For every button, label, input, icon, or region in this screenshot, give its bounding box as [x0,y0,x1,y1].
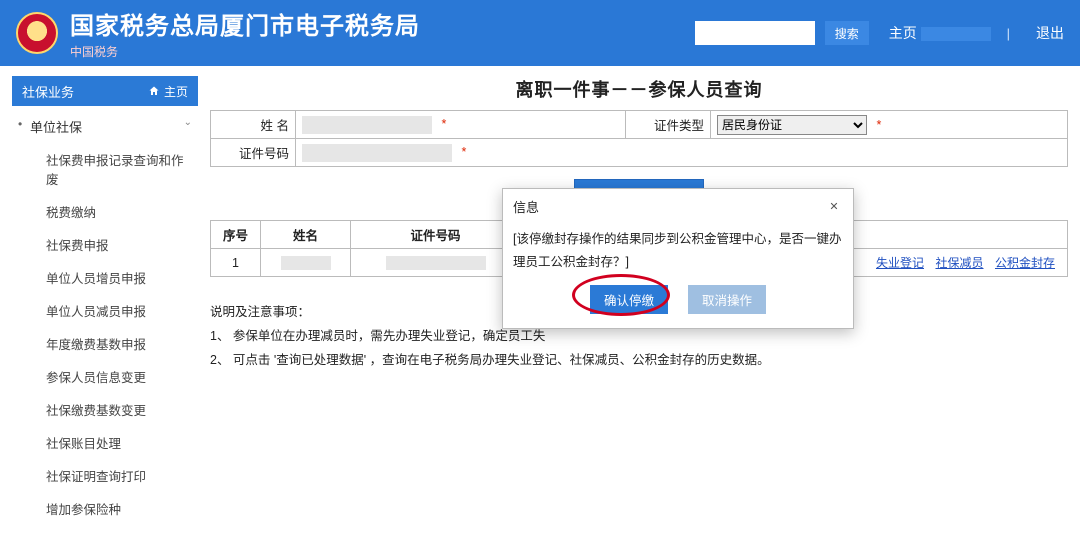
modal-title: 信息 [513,197,539,216]
sidebar-item[interactable]: 年度缴费基数申报 [12,327,198,360]
id-number-input[interactable] [302,144,452,162]
sidebar-item[interactable]: 税费缴纳 [12,195,198,228]
sidebar: 社保业务 主页 单位社保 ⌄ 社保费申报记录查询和作废 税费缴纳 社保费申报 单… [12,76,198,529]
sidebar-category-unit-social[interactable]: 单位社保 ⌄ [12,110,198,143]
label-name: 姓 名 [211,111,296,139]
cell-id-number: * [296,139,1068,167]
td-id-number [351,249,521,277]
user-name-mask [921,27,991,41]
required-mark: * [441,117,446,131]
name-input[interactable] [302,116,432,134]
national-emblem-icon [16,12,58,54]
cell-name: * [296,111,626,139]
sidebar-item[interactable]: 社保费申报 [12,228,198,261]
home-icon [148,85,160,97]
th-seq: 序号 [211,221,261,249]
search-input[interactable] [695,21,815,45]
sidebar-item[interactable]: 社保缴费基数变更 [12,393,198,426]
chevron-down-icon: ⌄ [184,117,192,128]
page-body: 社保业务 主页 单位社保 ⌄ 社保费申报记录查询和作废 税费缴纳 社保费申报 单… [0,66,1080,559]
op-fund-seal-link[interactable]: 公积金封存 [995,256,1055,270]
cell-id-type: 居民身份证 * [711,111,1068,139]
label-id-number: 证件号码 [211,139,296,167]
home-link[interactable]: 主页 [889,23,991,43]
modal-body: [该停缴封存操作的结果同步到公积金管理中心，是否一键办理员工公积金封存？] [513,220,843,285]
masked-value [386,256,486,270]
close-icon[interactable]: ✕ [825,198,843,216]
main-content: 离职一件事－－参保人员查询 姓 名 * 证件类型 居民身份证 * 证件号码 [210,76,1068,372]
op-unemployment-link[interactable]: 失业登记 [876,256,924,270]
op-reduce-link[interactable]: 社保减员 [935,256,983,270]
site-title: 国家税务总局厦门市电子税务局 [70,6,420,41]
site-slogan: 中国税务 [70,43,420,60]
sidebar-item[interactable]: 增加参保险种 [12,492,198,525]
th-id-number: 证件号码 [351,221,521,249]
td-name [261,249,351,277]
sidebar-title: 社保业务 [22,82,74,101]
sidebar-item[interactable]: 社保证明查询打印 [12,459,198,492]
sidebar-item[interactable]: 社保费申报记录查询和作废 [12,143,198,195]
sidebar-item[interactable]: 社保账目处理 [12,426,198,459]
sidebar-home-link[interactable]: 主页 [148,83,188,100]
id-type-select[interactable]: 居民身份证 [717,115,867,135]
confirm-button[interactable]: 确认停缴 [590,285,668,314]
logout-link[interactable]: 退出 [1036,23,1064,43]
required-mark: * [461,145,466,159]
sidebar-item[interactable]: 单位人员减员申报 [12,294,198,327]
required-mark: * [876,118,881,132]
search-button[interactable]: 搜索 [825,21,869,45]
page-title: 离职一件事－－参保人员查询 [210,76,1068,102]
query-form: 姓 名 * 证件类型 居民身份证 * 证件号码 * [210,110,1068,167]
separator: | [1001,26,1016,41]
notes-line: 2、 可点击 '查询已处理数据' ，查询在电子税务局办理失业登记、社保减员、公积… [210,349,1068,373]
cancel-button[interactable]: 取消操作 [688,285,766,314]
sidebar-menu: 单位社保 ⌄ 社保费申报记录查询和作废 税费缴纳 社保费申报 单位人员增员申报 … [12,106,198,529]
header-right: 搜索 主页 | 退出 [695,21,1064,45]
td-seq: 1 [211,249,261,277]
sidebar-header: 社保业务 主页 [12,76,198,106]
masked-value [281,256,331,270]
header-title-block: 国家税务总局厦门市电子税务局 中国税务 [70,6,420,60]
modal-header: 信息 ✕ [513,197,843,220]
modal-actions: 确认停缴 取消操作 [513,285,843,314]
sidebar-item[interactable]: 参保人员信息变更 [12,360,198,393]
app-header: 国家税务总局厦门市电子税务局 中国税务 搜索 主页 | 退出 [0,0,1080,66]
th-name: 姓名 [261,221,351,249]
sidebar-item[interactable]: 单位人员增员申报 [12,261,198,294]
confirm-modal: 信息 ✕ [该停缴封存操作的结果同步到公积金管理中心，是否一键办理员工公积金封存… [502,188,854,329]
label-id-type: 证件类型 [626,111,711,139]
